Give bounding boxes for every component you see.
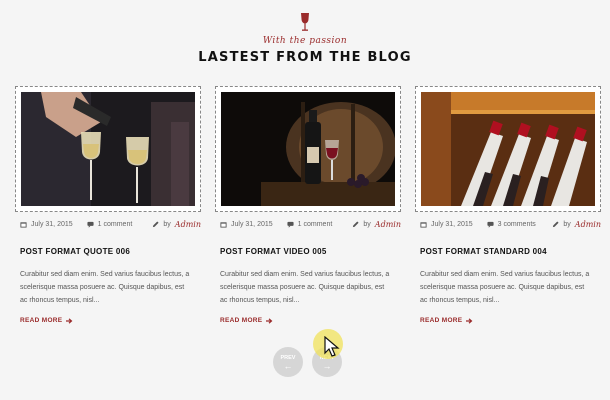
post-author[interactable]: Admin — [175, 220, 201, 229]
read-more-link[interactable]: READ MORE — [415, 317, 601, 324]
read-more-label: READ MORE — [220, 317, 263, 324]
comment-icon — [287, 221, 294, 228]
post-excerpt: Curabitur sed diam enim. Sed varius fauc… — [420, 271, 590, 304]
post-comments-count[interactable]: 1 comment — [298, 221, 333, 228]
comment-icon — [87, 221, 94, 228]
post-author[interactable]: Admin — [575, 220, 601, 229]
arrow-left-icon: ← — [283, 361, 293, 371]
mouse-cursor-icon — [324, 336, 340, 357]
post-date[interactable]: July 31, 2015 — [231, 221, 273, 228]
post-thumbnail-frame[interactable] — [15, 86, 201, 212]
post-author[interactable]: Admin — [375, 220, 401, 229]
post-title[interactable]: POST FORMAT VIDEO 005 — [215, 247, 401, 256]
pencil-icon — [153, 221, 159, 228]
section-tagline: With the passion — [262, 36, 348, 46]
blog-post-card: July 31, 2015 1 comment by Admin POST FO… — [215, 86, 401, 324]
post-date[interactable]: July 31, 2015 — [431, 221, 473, 228]
post-by-label: by — [363, 221, 371, 228]
post-thumbnail-wine-glasses[interactable] — [21, 92, 195, 206]
post-thumbnail-wine-barrel[interactable] — [221, 92, 395, 206]
post-excerpt: Curabitur sed diam enim. Sed varius fauc… — [20, 271, 190, 304]
post-by-label: by — [163, 221, 171, 228]
carousel-prev-button[interactable]: PREV ← — [273, 347, 303, 377]
post-meta: July 31, 2015 1 comment by Admin — [15, 220, 201, 229]
post-title[interactable]: POST FORMAT QUOTE 006 — [15, 247, 201, 256]
post-thumbnail-wine-shelf[interactable] — [421, 92, 595, 206]
calendar-icon — [20, 222, 27, 228]
post-comments-count[interactable]: 1 comment — [98, 221, 133, 228]
calendar-icon — [220, 222, 227, 228]
arrow-right-icon — [66, 317, 73, 324]
arrow-right-icon — [266, 317, 273, 324]
post-date[interactable]: July 31, 2015 — [31, 221, 73, 228]
read-more-link[interactable]: READ MORE — [215, 317, 401, 324]
read-more-label: READ MORE — [20, 317, 63, 324]
blog-post-card: July 31, 2015 1 comment by Admin POST FO… — [15, 86, 201, 324]
comment-icon — [487, 221, 494, 228]
post-excerpt: Curabitur sed diam enim. Sed varius fauc… — [220, 271, 390, 304]
pencil-icon — [553, 221, 559, 228]
post-title[interactable]: POST FORMAT STANDARD 004 — [415, 247, 601, 256]
section-title: LASTEST FROM THE BLOG — [198, 50, 412, 65]
post-meta: July 31, 2015 3 comments by Admin — [415, 220, 601, 229]
arrow-right-icon — [466, 317, 473, 324]
post-meta: July 31, 2015 1 comment by Admin — [215, 220, 401, 229]
blog-section-header: With the passion LASTEST FROM THE BLOG — [0, 12, 610, 65]
read-more-label: READ MORE — [420, 317, 463, 324]
arrow-right-icon: → — [322, 361, 332, 371]
read-more-link[interactable]: READ MORE — [15, 317, 201, 324]
post-by-label: by — [563, 221, 571, 228]
blog-post-card: July 31, 2015 3 comments by Admin POST F… — [415, 86, 601, 324]
calendar-icon — [420, 222, 427, 228]
post-comments-count[interactable]: 3 comments — [498, 221, 536, 228]
post-thumbnail-frame[interactable] — [415, 86, 601, 212]
blog-posts-carousel: July 31, 2015 1 comment by Admin POST FO… — [15, 86, 601, 326]
wine-glass-icon — [301, 13, 309, 31]
post-thumbnail-frame[interactable] — [215, 86, 401, 212]
pencil-icon — [353, 221, 359, 228]
